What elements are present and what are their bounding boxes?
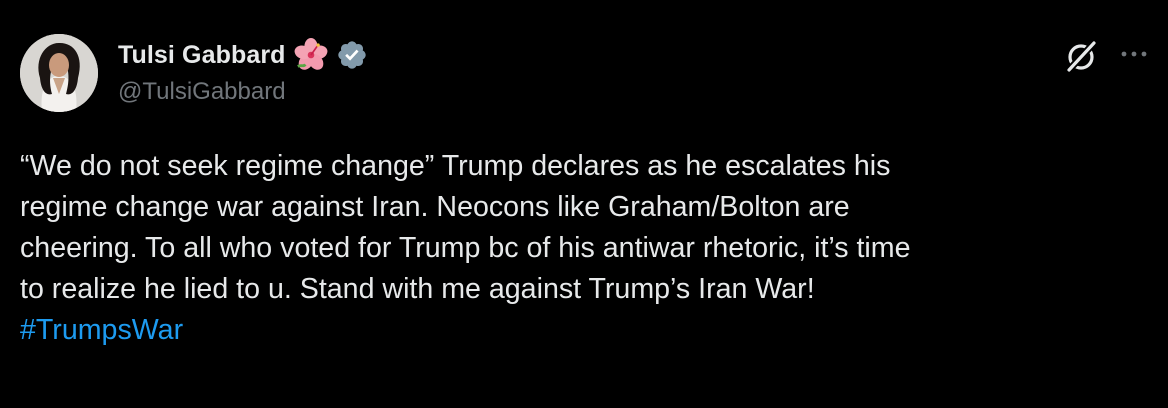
author-name[interactable]: Tulsi Gabbard: [118, 41, 286, 70]
post-text-line: “We do not seek regime change” Trump dec…: [20, 150, 891, 182]
hibiscus-icon: [294, 38, 327, 70]
post-text: “We do not seek regime change” Trump dec…: [20, 146, 1150, 351]
verified-badge-icon[interactable]: [336, 39, 368, 71]
more-options-icon[interactable]: [1116, 44, 1152, 64]
avatar[interactable]: [20, 34, 98, 112]
post-text-line: cheering. To all who voted for Trump bc …: [20, 232, 911, 264]
post-text-line: regime change war against Iran. Neocons …: [20, 191, 850, 223]
avatar-image: [20, 34, 98, 112]
grok-icon[interactable]: [1062, 37, 1100, 75]
post-text-line: to realize he lied to u. Stand with me a…: [20, 273, 815, 305]
author-name-row: Tulsi Gabbard: [118, 38, 368, 72]
author-handle[interactable]: @TulsiGabbard: [118, 78, 286, 106]
hashtag-link[interactable]: #TrumpsWar: [20, 310, 1150, 351]
